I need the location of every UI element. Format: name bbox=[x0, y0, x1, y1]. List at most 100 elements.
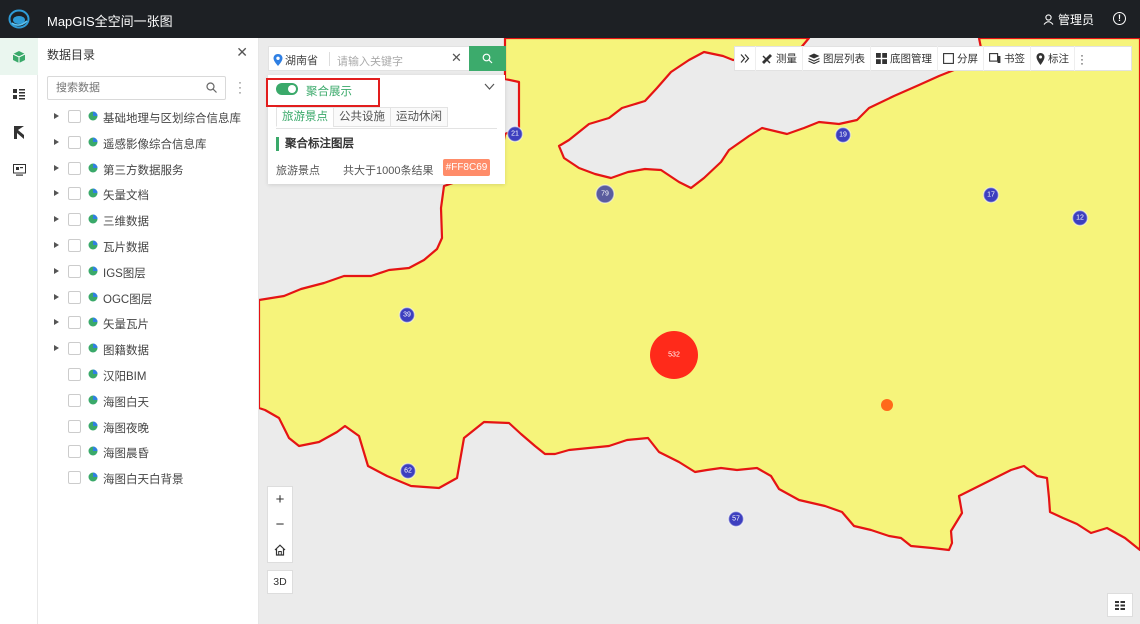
toolbar-layers-button[interactable]: 图层列表 bbox=[803, 46, 871, 71]
user-menu[interactable]: 管理员 bbox=[1043, 11, 1094, 28]
layer-checkbox[interactable] bbox=[68, 264, 81, 278]
toolbar-more-button[interactable]: · · · bbox=[1075, 46, 1089, 71]
expand-caret-icon[interactable] bbox=[54, 293, 59, 300]
cluster-marker[interactable]: 62 bbox=[399, 462, 417, 480]
chevron-down-icon[interactable] bbox=[484, 83, 495, 90]
layer-checkbox[interactable] bbox=[68, 238, 81, 252]
cluster-marker[interactable]: 21 bbox=[506, 125, 524, 143]
catalog-item-label: 第三方数据服务 bbox=[103, 164, 184, 177]
home-icon bbox=[274, 543, 286, 556]
color-tag[interactable]: #FF8C69 bbox=[443, 159, 490, 176]
expand-caret-icon[interactable] bbox=[54, 190, 59, 197]
info-icon[interactable]: ! bbox=[1113, 12, 1126, 25]
layer-checkbox[interactable] bbox=[68, 471, 81, 485]
catalog-tree-item[interactable]: 海图白天白背景 bbox=[38, 465, 259, 491]
layer-checkbox[interactable] bbox=[68, 110, 81, 123]
toolbar-label: 分屏 bbox=[957, 53, 978, 65]
expand-caret-icon[interactable] bbox=[54, 113, 59, 119]
tab-public-facilities[interactable]: 公共设施 bbox=[333, 107, 391, 127]
catalog-tree-item[interactable]: 矢量瓦片 bbox=[38, 310, 259, 336]
rail-data-catalog-button[interactable] bbox=[0, 38, 38, 75]
expand-caret-icon[interactable] bbox=[54, 216, 59, 223]
cluster-marker[interactable] bbox=[881, 399, 893, 411]
toolbar-collapse-button[interactable] bbox=[735, 46, 756, 71]
layer-checkbox[interactable] bbox=[68, 161, 81, 175]
layer-row-name: 旅游景点 bbox=[276, 165, 320, 177]
3d-mode-button[interactable]: 3D bbox=[267, 570, 293, 594]
region-selector[interactable]: 湖南省 bbox=[273, 52, 318, 68]
catalog-item-label: 海图晨昏 bbox=[103, 448, 149, 461]
cluster-marker[interactable]: 79 bbox=[595, 184, 615, 204]
layer-checkbox[interactable] bbox=[68, 445, 81, 459]
catalog-search-input[interactable] bbox=[48, 77, 198, 99]
cluster-marker[interactable]: 19 bbox=[834, 126, 852, 144]
map-search-button[interactable] bbox=[469, 46, 506, 71]
catalog-tree-item[interactable]: OGC图层 bbox=[38, 285, 259, 311]
expand-caret-icon[interactable] bbox=[54, 241, 59, 248]
layer-checkbox[interactable] bbox=[68, 135, 81, 149]
ruler-icon bbox=[762, 53, 772, 64]
cluster-circle[interactable] bbox=[881, 399, 893, 411]
toolbar-label: 标注 bbox=[1048, 53, 1069, 65]
legend-button[interactable] bbox=[1107, 593, 1133, 617]
layer-checkbox[interactable] bbox=[68, 316, 81, 330]
expand-caret-icon[interactable] bbox=[54, 345, 59, 352]
rail-layer-tree-button[interactable] bbox=[0, 75, 38, 112]
catalog-tree-item[interactable]: IGS图层 bbox=[38, 259, 259, 285]
catalog-tree-item[interactable]: 第三方数据服务 bbox=[38, 156, 259, 182]
divider bbox=[329, 52, 330, 66]
home-button[interactable] bbox=[268, 537, 292, 562]
expand-caret-icon[interactable] bbox=[54, 164, 59, 171]
layer-checkbox[interactable] bbox=[68, 290, 81, 304]
tab-sports-leisure[interactable]: 运动休闲 bbox=[390, 107, 448, 127]
cluster-marker[interactable]: 39 bbox=[398, 306, 416, 324]
catalog-tree-item[interactable]: 海图白天 bbox=[38, 388, 259, 414]
catalog-tree-item[interactable]: 遥感影像综合信息库 bbox=[38, 130, 259, 156]
catalog-tree-item[interactable]: 瓦片数据 bbox=[38, 233, 259, 259]
cluster-marker[interactable]: 12 bbox=[1071, 209, 1089, 227]
layer-checkbox[interactable] bbox=[68, 419, 81, 433]
zoom-controls: + − bbox=[267, 486, 293, 563]
layer-title: 聚合标注图层 bbox=[276, 137, 354, 151]
expand-caret-icon[interactable] bbox=[54, 319, 59, 326]
pie-layer-icon bbox=[88, 446, 98, 456]
zoom-out-button[interactable]: − bbox=[268, 512, 292, 537]
layer-checkbox[interactable] bbox=[68, 367, 81, 381]
catalog-tree-item[interactable]: 矢量文档 bbox=[38, 181, 259, 207]
search-icon[interactable] bbox=[206, 82, 217, 93]
catalog-tree-item[interactable]: 汉阳BIM bbox=[38, 362, 259, 388]
expand-caret-icon[interactable] bbox=[54, 267, 59, 274]
catalog-tree-item[interactable]: 图籍数据 bbox=[38, 336, 259, 362]
layer-checkbox[interactable] bbox=[68, 342, 81, 356]
app-header: MapGIS全空间一张图 管理员 ! bbox=[0, 0, 1140, 38]
layer-checkbox[interactable] bbox=[68, 213, 81, 227]
more-vertical-icon[interactable]: · · · bbox=[238, 76, 242, 98]
toolbar-label: 测量 bbox=[776, 53, 797, 65]
cluster-marker[interactable]: 57 bbox=[727, 510, 745, 528]
rail-analysis-button[interactable] bbox=[0, 114, 38, 151]
tab-tourism[interactable]: 旅游景点 bbox=[276, 107, 334, 127]
toolbar-bookmark-button[interactable]: 书签 bbox=[984, 46, 1031, 71]
toolbar-measure-button[interactable]: 测量 bbox=[756, 46, 803, 71]
catalog-search-box bbox=[47, 76, 226, 100]
expand-caret-icon[interactable] bbox=[54, 138, 59, 145]
cluster-marker[interactable]: 17 bbox=[982, 186, 1000, 204]
app-title: MapGIS全空间一张图 bbox=[47, 14, 173, 29]
catalog-tree-item[interactable]: 海图夜晚 bbox=[38, 414, 259, 440]
catalog-tree-item[interactable]: 海图晨昏 bbox=[38, 439, 259, 465]
toolbar-mark-button[interactable]: 标注 bbox=[1031, 46, 1075, 71]
toolbar-basemap-button[interactable]: 底图管理 bbox=[871, 46, 938, 71]
clear-icon[interactable]: ✕ bbox=[451, 50, 462, 66]
catalog-tree-item[interactable]: 三维数据 bbox=[38, 207, 259, 233]
zoom-in-button[interactable]: + bbox=[268, 487, 292, 512]
layer-checkbox[interactable] bbox=[68, 187, 81, 201]
pie-layer-icon bbox=[88, 266, 98, 276]
toolbar-split-button[interactable]: 分屏 bbox=[938, 46, 984, 71]
keyword-input[interactable]: 请输入关键字 bbox=[337, 53, 403, 69]
close-icon[interactable]: ✕ bbox=[236, 44, 248, 61]
cluster-marker[interactable]: 532 bbox=[650, 331, 698, 379]
layer-checkbox[interactable] bbox=[68, 393, 81, 407]
left-rail bbox=[0, 38, 38, 624]
rail-monitor-button[interactable] bbox=[0, 151, 38, 188]
catalog-tree-item[interactable]: 基础地理与区划综合信息库 bbox=[38, 104, 259, 130]
